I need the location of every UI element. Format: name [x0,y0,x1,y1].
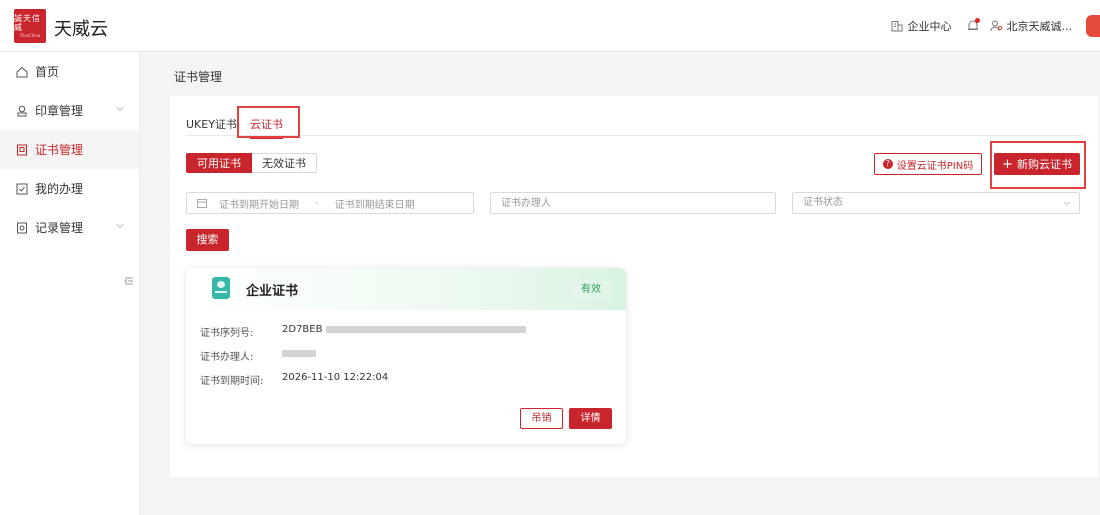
sidebar-item-my-tasks[interactable]: 我的办理 [0,169,139,208]
serial-label: 证书序列号: [200,328,254,339]
certificate-card: 企业证书 有效 证书序列号: 2D7BEB 证书办理人: 证书到期时间: 202… [186,268,626,444]
redacted-mask [325,325,526,333]
notification-button[interactable] [966,18,986,33]
expiry-row: 证书到期时间: 2026-11-10 12:22:04 [200,372,388,387]
handler-value [282,348,316,363]
sidebar-item-label: 记录管理 [35,221,84,235]
sidebar-item-seal-management[interactable]: 印章管理 [0,91,139,130]
tab-available-certificates[interactable]: 可用证书 [186,153,252,173]
card-title: 企业证书 [246,284,299,299]
user-menu[interactable]: 北京天威诚... [990,18,1073,34]
detail-button[interactable]: 详情 [569,408,612,429]
breadcrumb: 证书管理 [174,70,223,84]
certificate-handler-input[interactable] [490,192,776,214]
home-icon [16,66,28,77]
date-separator: - [315,197,319,209]
sidebar-item-label: 证书管理 [35,143,84,157]
sidebar-item-label: 印章管理 [35,104,84,118]
certificate-filter-tabs: 可用证书 无效证书 [186,153,317,173]
enterprise-center-link[interactable]: 企业中心 [891,18,952,34]
expiry-value: 2026-11-10 12:22:04 [282,372,389,383]
chevron-down-icon [1063,201,1071,206]
handler-label: 证书办理人: [200,352,254,363]
start-date-placeholder: 证书到期开始日期 [219,199,299,211]
search-button[interactable]: 搜索 [186,229,229,251]
sidebar-item-certificate-management[interactable]: 证书管理 [0,130,139,169]
logo-text: 誠天信威 [14,14,41,32]
top-bar: 誠天信威 iTrusChina 天威云 企业中心 北京天威诚... [0,0,1100,52]
expiry-date-range-picker[interactable]: 证书到期开始日期 - 证书到期结束日期 [186,192,474,214]
set-pin-label: 设置云证书PIN码 [896,160,974,172]
card-header: 企业证书 有效 [186,268,626,310]
sidebar-item-record-management[interactable]: 记录管理 [0,208,139,247]
building-icon [891,21,902,32]
collapse-sidebar-icon[interactable] [124,276,134,286]
question-icon: ? [882,159,893,169]
highlight-box-cloud-tab [237,106,300,138]
app-name: 天威云 [54,19,108,40]
expiry-label: 证书到期时间: [200,376,264,387]
certificate-icon [17,144,27,155]
tab-ukey-certificate[interactable]: UKEY证书 [186,116,237,132]
logo-subtext: iTrusChina [19,33,41,38]
certificate-status-select[interactable]: 证书状态 [792,192,1080,214]
end-date-placeholder: 证书到期结束日期 [334,199,415,211]
chevron-down-icon [116,224,124,229]
status-badge: 有效 [571,281,611,299]
certificate-tabs: UKEY证书 云证书 [186,110,1082,139]
sidebar-item-label: 首页 [35,65,60,79]
user-name: 北京天威诚... [1006,20,1073,33]
sidebar-item-label: 我的办理 [35,182,84,196]
redacted-mask [282,349,316,357]
calendar-icon [197,199,207,208]
serial-row: 证书序列号: 2D7BEB [200,324,526,339]
top-right-toolbar: 企业中心 北京天威诚... [891,0,1100,52]
revoke-button[interactable]: 吊销 [520,408,563,429]
tab-invalid-certificates[interactable]: 无效证书 [252,153,317,173]
main-panel: UKEY证书 云证书 可用证书 无效证书 ? 设置云证书PIN码 + 新购云证书… [170,96,1098,477]
status-placeholder: 证书状态 [803,197,843,208]
sidebar-item-home[interactable]: 首页 [0,52,139,91]
logo[interactable]: 誠天信威 iTrusChina [14,9,46,43]
avatar[interactable] [1086,15,1100,37]
serial-value: 2D7BEB [282,324,526,339]
set-pin-button[interactable]: ? 设置云证书PIN码 [874,153,982,175]
sidebar: 首页 印章管理 证书管理 我的办理 记录管理 [0,52,140,515]
highlight-box-buy-button [990,141,1086,189]
enterprise-center-label: 企业中心 [907,20,952,33]
task-icon [16,183,28,194]
bell-icon [966,18,980,33]
record-icon [17,222,27,233]
seal-icon [17,105,27,116]
chevron-down-icon [116,107,124,112]
user-icon [990,20,1002,32]
serial-prefix: 2D7BEB [282,324,323,335]
notification-dot [974,18,980,23]
handler-row: 证书办理人: [200,348,316,363]
certificate-icon [212,277,230,299]
